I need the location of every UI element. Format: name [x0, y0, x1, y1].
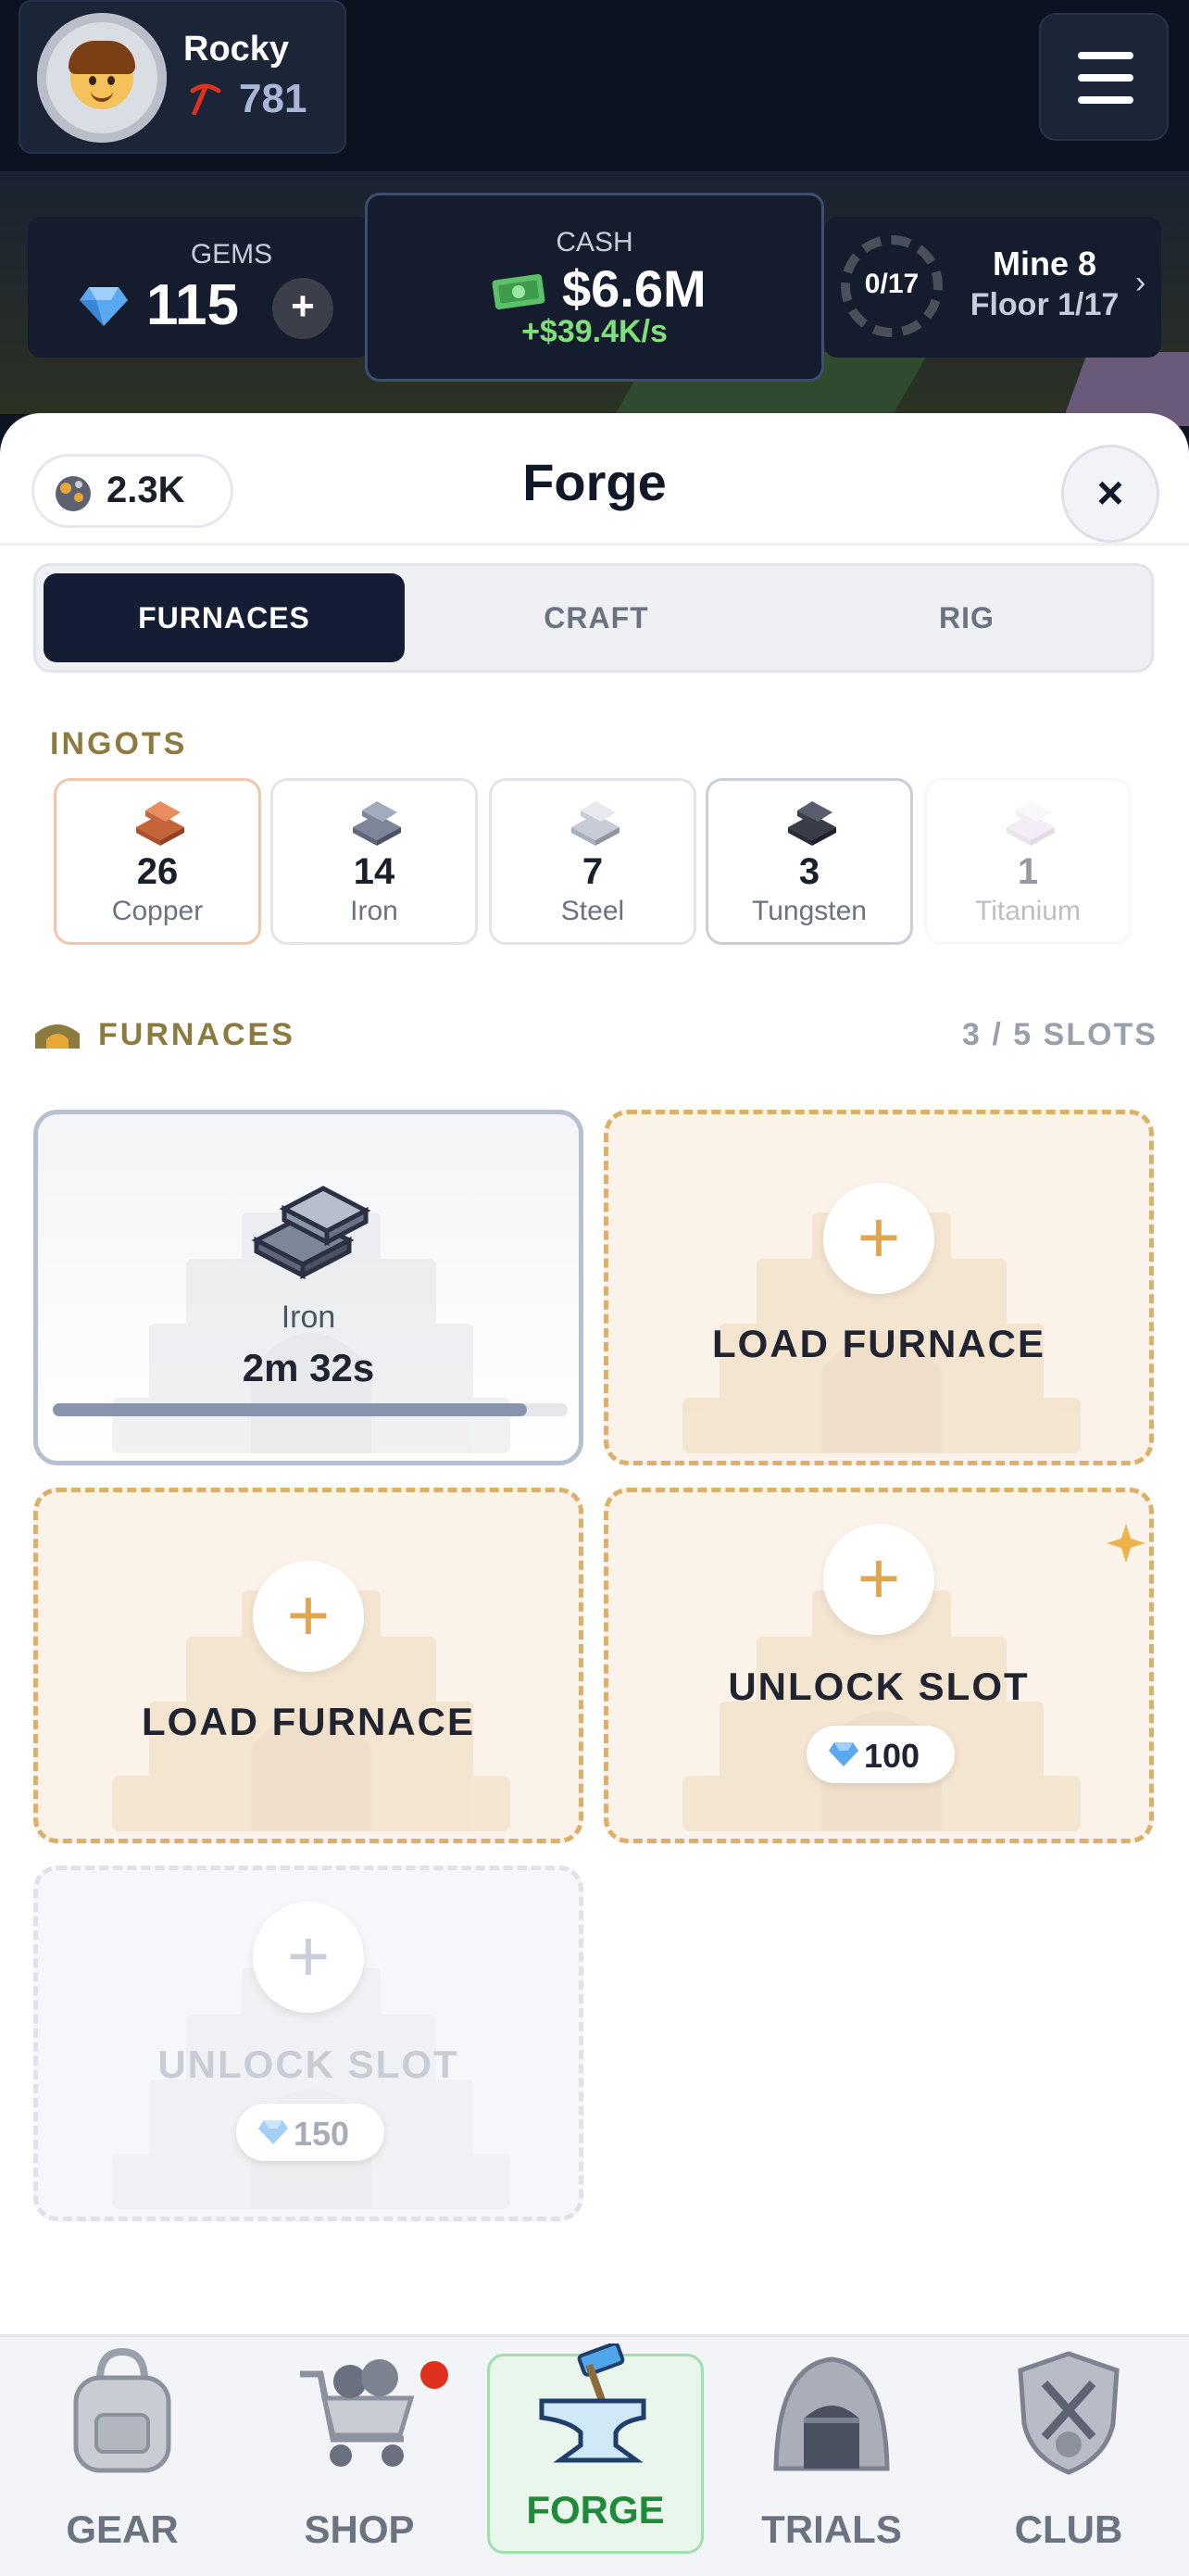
nav-shop[interactable]: SHOP [250, 2337, 463, 2576]
unlock-cost: 100 [807, 1726, 955, 1783]
furnace-icon [35, 1024, 80, 1049]
cart-icon [300, 2359, 415, 2467]
ingot-card-titanium[interactable]: 1 Titanium [924, 778, 1132, 945]
tab-craft[interactable]: CRAFT [416, 573, 777, 662]
top-bar: Rocky 781 [0, 0, 1189, 173]
shield-icon [1018, 2351, 1120, 2475]
ingot-card-tungsten[interactable]: 3 Tungsten [706, 778, 913, 945]
avatar[interactable] [37, 13, 167, 143]
ingot-card-steel[interactable]: 7 Steel [489, 778, 696, 945]
steel-ingot-icon [571, 801, 620, 846]
close-button[interactable]: × [1061, 445, 1159, 543]
player-name: Rocky [183, 30, 290, 69]
player-level: 781 [239, 76, 307, 121]
cash-panel: CASH $6.6M +$39.4K/s [365, 193, 824, 382]
iron-ingot-icon [251, 1186, 371, 1279]
tungsten-ingot-icon [788, 801, 836, 846]
cash-value: $6.6M [562, 259, 707, 318]
nav-trials[interactable]: TRIALS [722, 2337, 935, 2576]
ingot-card-iron[interactable]: 14 Iron [270, 778, 478, 945]
add-icon: + [823, 1183, 934, 1294]
sparkle-icon [1107, 1524, 1145, 1563]
player-profile[interactable]: Rocky 781 [19, 0, 346, 154]
ingot-name: Tungsten [752, 896, 867, 926]
smelting-item: Iron [281, 1300, 336, 1335]
cash-label: CASH [556, 227, 633, 258]
ingot-name: Steel [560, 896, 625, 926]
copper-ingot-icon [136, 801, 184, 846]
notification-badge [420, 2361, 448, 2389]
iron-ingot-icon [353, 801, 401, 846]
nav-forge[interactable]: FORGE [487, 2344, 704, 2554]
slots-count: 3 / 5 SLOTS [962, 1017, 1158, 1052]
tab-rig[interactable]: RIG [786, 573, 1147, 662]
add-gems-button[interactable]: + [272, 278, 333, 339]
unlock-cost-value: 100 [864, 1737, 920, 1775]
gems-label: GEMS [190, 239, 273, 270]
ingot-card-copper[interactable]: 26 Copper [54, 778, 261, 945]
gems-value: 115 [146, 273, 240, 337]
chevron-right-icon: › [1135, 265, 1146, 300]
nav-label: CLUB [1014, 2507, 1123, 2551]
cash-rate: +$39.4K/s [521, 314, 668, 349]
mine-title: Mine 8 [992, 245, 1097, 283]
add-icon: + [823, 1524, 934, 1635]
furnace-slot-locked[interactable]: + UNLOCK SLOT 150 [33, 1866, 583, 2221]
anvil-icon [539, 2344, 646, 2463]
divider [0, 543, 1189, 546]
ingot-count: 7 [582, 851, 604, 892]
unlock-slot-label: UNLOCK SLOT [728, 1665, 1030, 1708]
page-title: Forge [522, 453, 667, 511]
bottom-nav: GEAR SHOP FORGE TRIALS CLUB [0, 2334, 1189, 2576]
nav-club[interactable]: CLUB [959, 2337, 1172, 2576]
ingot-name: Iron [350, 896, 398, 926]
pickaxe-icon [190, 83, 221, 115]
gem-icon [80, 287, 128, 326]
progress-fill [53, 1403, 527, 1416]
ingot-name: Copper [111, 896, 204, 926]
unlock-cost-value: 150 [294, 2115, 350, 2153]
mine-floor: Floor 1/17 [970, 287, 1120, 322]
ingot-name: Titanium [975, 896, 1081, 926]
nav-label: FORGE [526, 2488, 665, 2532]
unlock-slot-label: UNLOCK SLOT [157, 2042, 459, 2086]
gems-panel: GEMS 115 + [28, 217, 370, 358]
ingot-count: 3 [798, 851, 820, 892]
gem-icon [829, 1742, 858, 1766]
cave-icon [773, 2356, 890, 2471]
furnace-slot-unlock[interactable]: + UNLOCK SLOT 100 [604, 1488, 1154, 1843]
nav-gear[interactable]: GEAR [13, 2337, 226, 2576]
unlock-cost: 150 [236, 2104, 384, 2161]
backpack-icon [73, 2347, 171, 2473]
gem-icon [258, 2120, 288, 2144]
mine-panel[interactable]: 0/17 Mine 8 Floor 1/17 › [824, 217, 1161, 358]
load-furnace-button: LOAD FURNACE [712, 1322, 1045, 1365]
tab-furnaces[interactable]: FURNACES [44, 573, 405, 662]
furnace-slot-empty[interactable]: + LOAD FURNACE [604, 1110, 1154, 1465]
nav-label: GEAR [66, 2507, 179, 2551]
add-icon: + [253, 1561, 364, 1672]
add-icon: + [253, 1902, 364, 2013]
cash-icon [492, 273, 545, 310]
load-furnace-button: LOAD FURNACE [142, 1700, 475, 1743]
ingot-count: 1 [1017, 851, 1039, 892]
forge-tabs: FURNACES CRAFT RIG [33, 563, 1154, 672]
titanium-ingot-icon [1007, 801, 1055, 846]
nav-label: TRIALS [761, 2507, 902, 2551]
ingot-count: 26 [136, 851, 179, 892]
nav-label: SHOP [304, 2507, 415, 2551]
ingot-count: 14 [353, 851, 395, 892]
furnace-slot-active[interactable]: Iron 2m 32s [33, 1110, 583, 1465]
ingots-label: INGOTS [50, 726, 188, 761]
forge-sheet: 2.3K Forge × FURNACES CRAFT RIG INGOTS 2… [0, 413, 1189, 2573]
hamburger-icon [1078, 52, 1133, 59]
smelting-progress-bar [53, 1403, 568, 1416]
furnaces-label: FURNACES [98, 1017, 295, 1052]
mine-progress: 0/17 [864, 269, 920, 299]
smelting-timer: 2m 32s [242, 1346, 375, 1389]
furnace-slot-empty[interactable]: + LOAD FURNACE [33, 1488, 583, 1843]
menu-button[interactable] [1039, 13, 1169, 141]
